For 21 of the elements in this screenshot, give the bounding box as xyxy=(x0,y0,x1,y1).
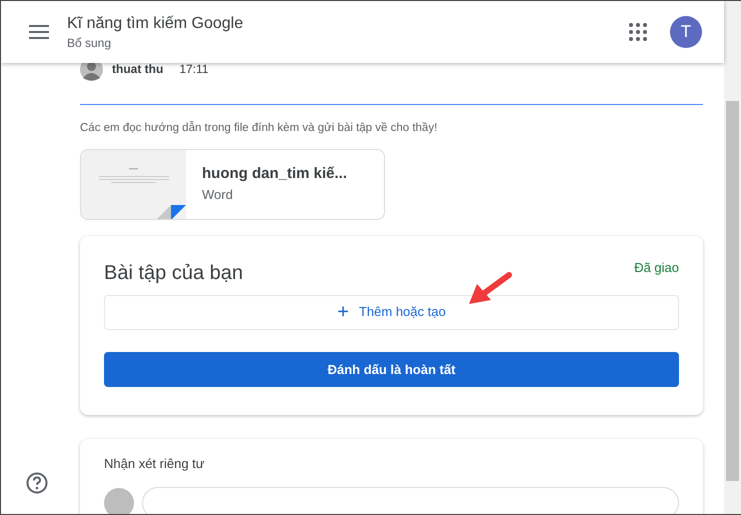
post-time: 17:11 xyxy=(179,62,208,76)
comment-field[interactable] xyxy=(142,487,679,514)
scrollbar[interactable] xyxy=(724,1,741,514)
mark-done-button[interactable]: Đánh dấu là hoàn tất xyxy=(104,352,679,387)
document-thumbnail-icon xyxy=(81,150,186,219)
attachment-type: Word xyxy=(202,187,234,202)
attachment-name: huong dan_tim kiế... xyxy=(202,165,348,182)
post-text: Các em đọc hướng dẫn trong file đính kèm và gửi bài tập về cho thầy! xyxy=(80,122,438,134)
apps-grid-icon[interactable] xyxy=(629,23,647,41)
user-avatar-icon xyxy=(104,488,134,514)
help-icon[interactable] xyxy=(26,472,48,494)
private-comments-title: Nhận xét riêng tư xyxy=(104,456,204,471)
attachment-card[interactable]: huong dan_tim kiế... Word xyxy=(80,149,385,220)
class-title: Kĩ năng tìm kiếm Google xyxy=(67,14,244,32)
arrow-drawing xyxy=(467,270,515,306)
class-subtitle: Bổ sung xyxy=(67,36,112,50)
assignment-status: Đã giao xyxy=(634,260,679,275)
author-name: thuat thu xyxy=(112,62,164,76)
assignment-title: Bài tập của bạn xyxy=(104,262,243,285)
menu-icon[interactable] xyxy=(29,25,49,39)
account-avatar[interactable]: T xyxy=(670,16,702,48)
